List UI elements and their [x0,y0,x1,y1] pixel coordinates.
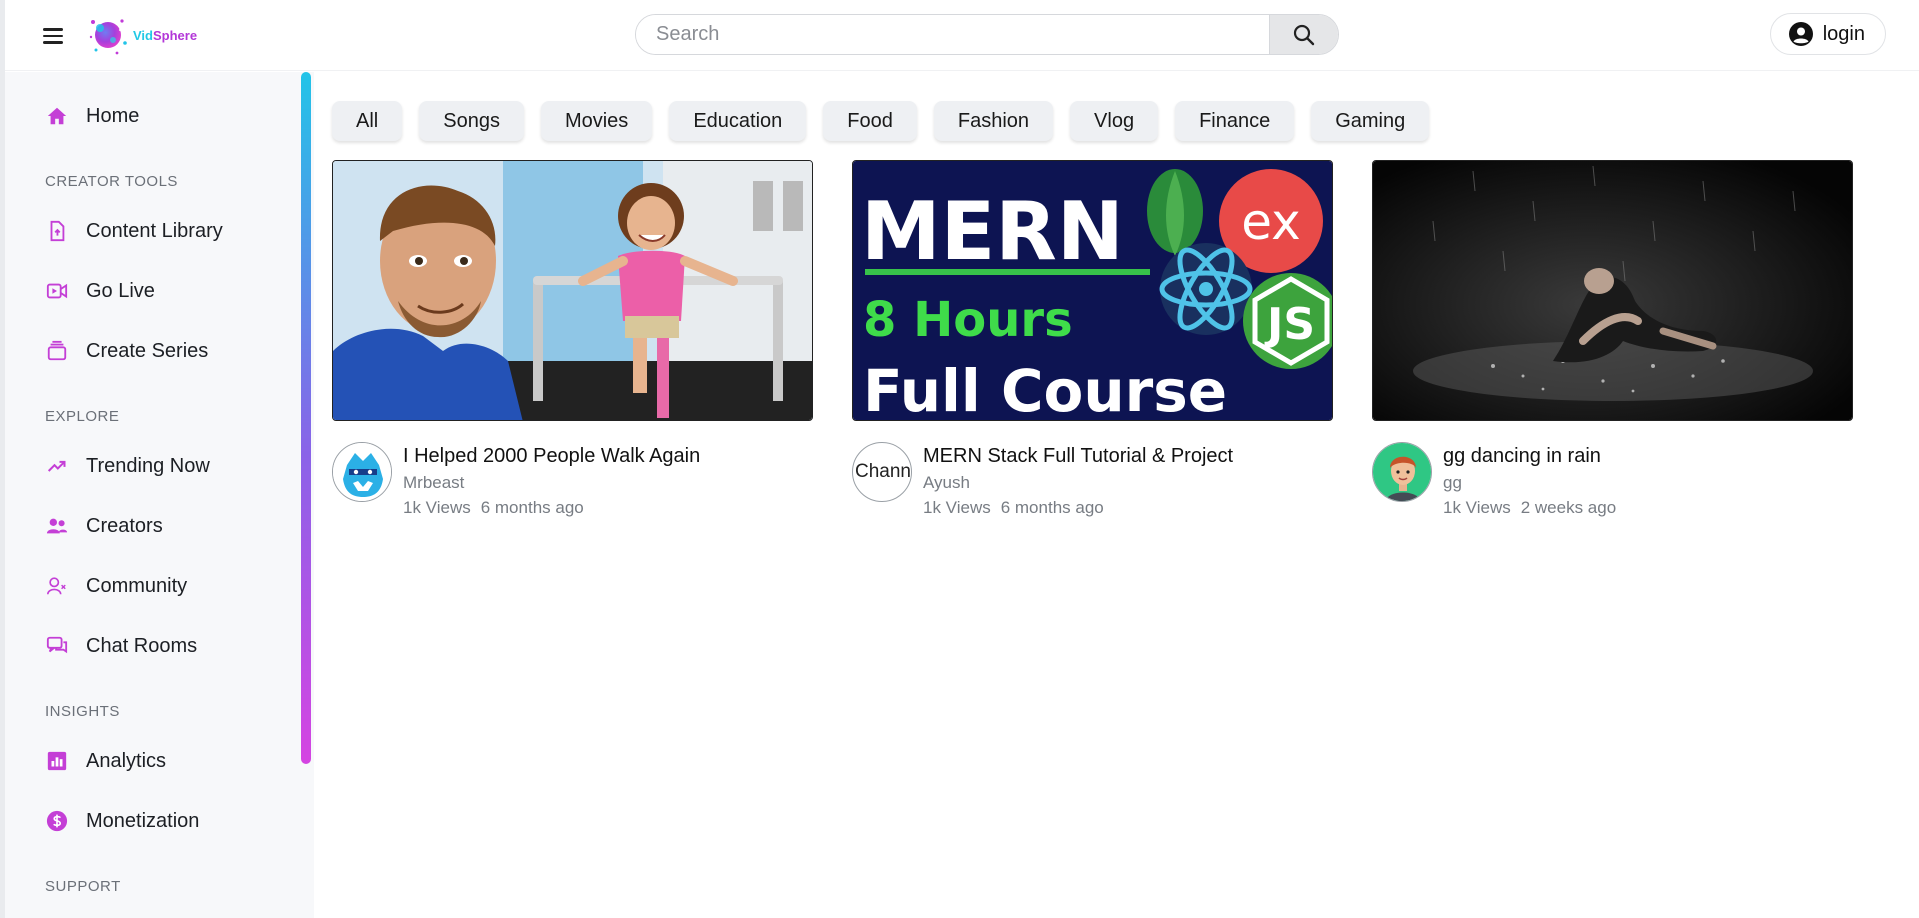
sidebar-item-label: Create Series [86,339,209,362]
video-card[interactable]: MERN 8 Hours Full Course ex JS Chann MER… [852,160,1333,521]
user-circle-icon [1788,22,1813,46]
home-icon [45,104,69,128]
brand-name: VidSphere [133,28,197,43]
sidebar-item-trending-now[interactable]: Trending Now [45,446,210,486]
trending-up-icon [45,454,69,478]
upload-age: 6 months ago [480,498,584,517]
video-meta: gg dancing in rain gg 1k Views 2 weeks ag… [1372,441,1853,521]
upload-age: 6 months ago [1000,498,1104,517]
sidebar-item-label: Trending Now [86,454,210,477]
sidebar-item-go-live[interactable]: Go Live [45,271,155,311]
chip-vlog[interactable]: Vlog [1070,101,1159,141]
video-camera-icon [45,279,69,303]
upload-age: 2 weeks ago [1520,498,1617,517]
sidebar-item-label: Home [86,104,140,127]
sidebar-item-creators[interactable]: Creators [45,506,163,546]
sidebar: Home CREATOR TOOLS Content Library Go Li… [5,72,314,918]
sidebar-item-label: Creators [86,514,163,537]
sidebar-item-label: Chat Rooms [86,634,198,657]
sidebar-item-chat-rooms[interactable]: Chat Rooms [45,626,197,666]
login-button[interactable]: login [1769,13,1886,55]
video-meta: Chann MERN Stack Full Tutorial & Project… [852,441,1333,521]
video-title[interactable]: I Helped 2000 People Walk Again [403,445,700,468]
chip-education[interactable]: Education [669,101,807,141]
sidebar-item-monetization[interactable]: Monetization [45,801,199,841]
chip-all[interactable]: All [332,101,403,141]
sidebar-item-create-series[interactable]: Create Series [45,331,208,371]
channel-name[interactable]: gg [1443,473,1462,493]
video-card[interactable]: gg dancing in rain gg 1k Views 2 weeks ag… [1372,160,1853,521]
video-card[interactable]: I Helped 2000 People Walk Again Mrbeast … [332,160,813,521]
chip-movies[interactable]: Movies [540,101,653,141]
logo-globe-icon [89,19,127,55]
sidebar-item-analytics[interactable]: Analytics [45,741,166,781]
section-heading-creator-tools: CREATOR TOOLS [45,173,178,190]
video-title[interactable]: MERN Stack Full Tutorial & Project [923,445,1233,468]
sidebar-scrollbar[interactable] [301,72,311,764]
sidebar-item-label: Go Live [86,279,155,302]
thumb-badge-js: JS [1264,299,1315,350]
thumb-text-hours: 8 Hours [863,292,1073,348]
brand-name-part2: Sphere [153,27,198,43]
chip-finance[interactable]: Finance [1175,101,1295,141]
category-chips: All Songs Movies Education Food Fashion … [332,101,1430,141]
chip-food[interactable]: Food [823,101,917,141]
section-heading-insights: INSIGHTS [45,703,120,720]
brand-name-part1: Vid [133,27,153,43]
view-count: 1k Views [923,498,991,517]
sidebar-item-label: Content Library [86,219,223,242]
thumb-text-course: Full Course [863,357,1227,421]
chip-fashion[interactable]: Fashion [933,101,1054,141]
video-thumbnail[interactable]: MERN 8 Hours Full Course ex JS [852,160,1333,421]
app-window: VidSphere login Home [0,0,1919,918]
brand-logo[interactable]: VidSphere [87,13,197,57]
sidebar-item-label: Monetization [86,809,200,832]
hamburger-menu-icon[interactable] [35,20,71,52]
view-count: 1k Views [1443,498,1511,517]
thumb-badge-ex: ex [1241,193,1300,251]
collection-icon [45,339,69,363]
channel-avatar[interactable] [332,442,392,502]
channel-name[interactable]: Mrbeast [403,473,464,493]
chip-songs[interactable]: Songs [419,101,524,141]
chip-gaming[interactable]: Gaming [1311,101,1430,141]
video-thumbnail[interactable] [1372,160,1853,421]
community-icon [45,574,69,598]
video-title[interactable]: gg dancing in rain [1443,445,1601,468]
chat-icon [45,634,69,658]
search-button[interactable] [1269,15,1338,54]
dollar-circle-icon [45,809,69,833]
search-icon [1293,24,1315,45]
section-heading-explore: EXPLORE [45,408,120,425]
sidebar-item-label: Analytics [86,749,167,772]
channel-name[interactable]: Ayush [923,473,970,493]
view-count: 1k Views [403,498,471,517]
sidebar-item-home[interactable]: Home [45,96,139,136]
video-stats: 1k Views 6 months ago [403,498,584,518]
search-bar [635,14,1339,55]
channel-avatar[interactable]: Chann [852,442,912,502]
file-upload-icon [45,219,69,243]
section-heading-support: SUPPORT [45,878,121,895]
top-bar: VidSphere login [5,0,1919,71]
sidebar-item-label: Community [86,574,188,597]
thumb-text-mern: MERN [861,185,1124,278]
search-input[interactable] [636,15,1269,54]
broken-image-alt: Chann [855,461,911,482]
video-stats: 1k Views 2 weeks ago [1443,498,1616,518]
sidebar-item-community[interactable]: Community [45,566,187,606]
users-icon [45,514,69,538]
video-stats: 1k Views 6 months ago [923,498,1104,518]
login-label: login [1822,22,1865,45]
video-meta: I Helped 2000 People Walk Again Mrbeast … [332,441,813,521]
bar-chart-icon [45,749,69,773]
sidebar-item-content-library[interactable]: Content Library [45,211,223,251]
video-thumbnail[interactable] [332,160,813,421]
channel-avatar[interactable] [1372,442,1432,502]
